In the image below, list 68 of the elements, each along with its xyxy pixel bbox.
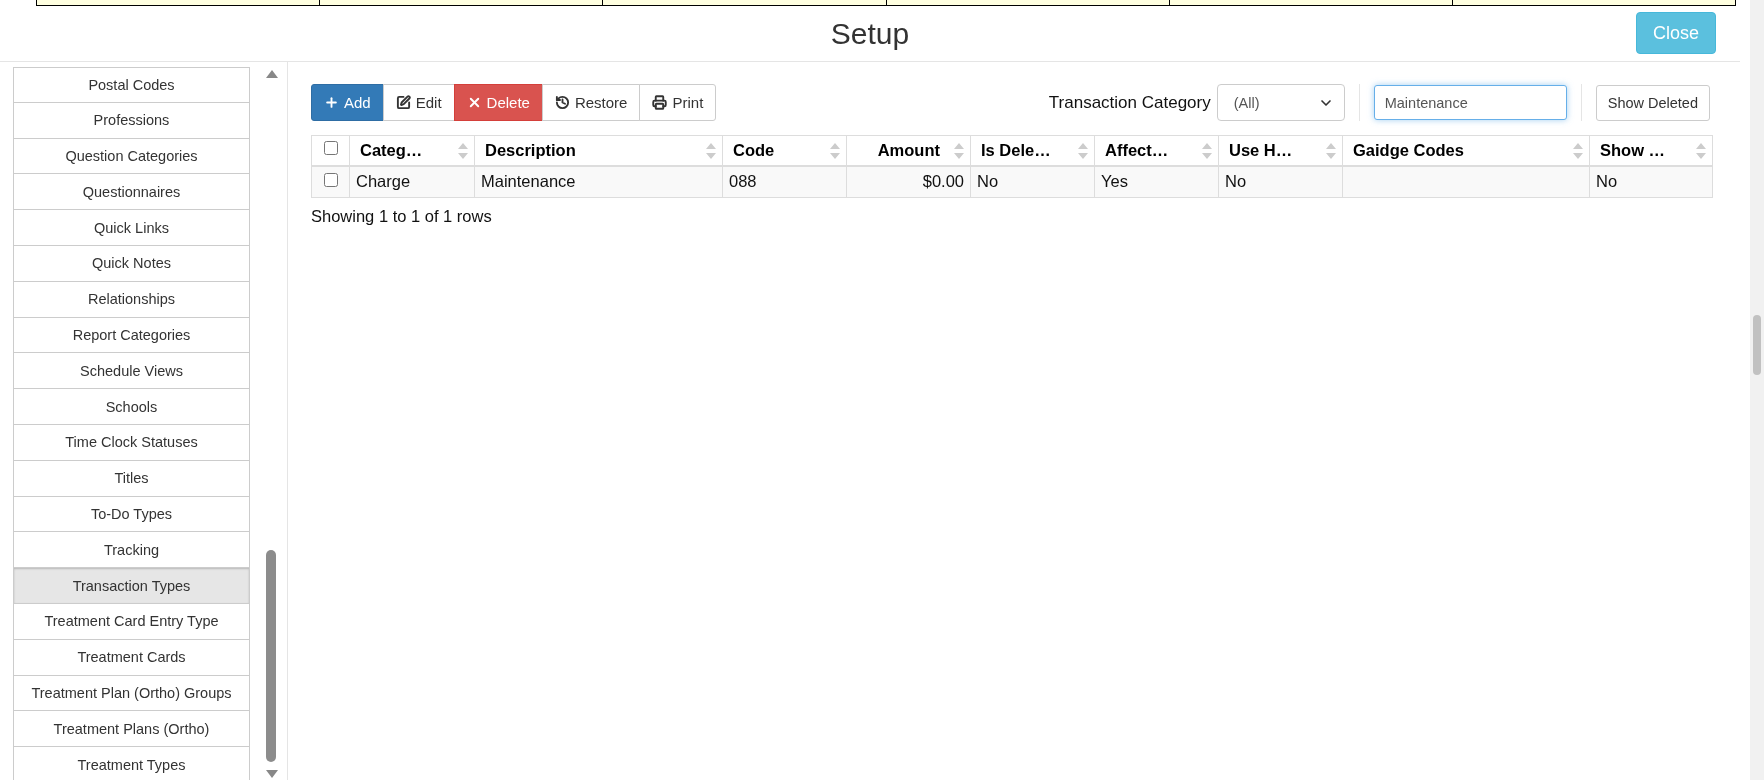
filter-label: Transaction Category — [1048, 92, 1211, 113]
sidebar-item[interactable]: Postal Codes — [13, 67, 250, 103]
scroll-down-icon[interactable] — [266, 770, 278, 778]
sort-icon — [1326, 143, 1336, 159]
sort-icon — [458, 143, 468, 159]
column-header[interactable]: Categ… — [349, 135, 475, 166]
show-deleted-button[interactable]: Show Deleted — [1595, 84, 1710, 121]
sidebar-item[interactable]: Treatment Types — [13, 747, 250, 780]
page-scrollbar[interactable] — [1750, 0, 1764, 780]
sidebar-item[interactable]: Quick Links — [13, 210, 250, 246]
sidebar-item[interactable]: Treatment Plan (Ortho) Groups — [13, 675, 250, 712]
table-cell: $0.00 — [846, 165, 971, 198]
sort-icon — [830, 143, 840, 159]
sidebar-item[interactable]: To-Do Types — [13, 496, 250, 533]
plus-icon — [324, 95, 339, 110]
table-cell: 088 — [722, 165, 847, 198]
sidebar-item[interactable]: Report Categories — [13, 317, 250, 354]
edit-button[interactable]: Edit — [382, 84, 455, 121]
sidebar-item[interactable]: Relationships — [13, 281, 250, 318]
scrollbar-thumb[interactable] — [266, 550, 276, 762]
table-cell: Yes — [1094, 165, 1219, 198]
delete-button[interactable]: Delete — [453, 84, 543, 121]
sort-icon — [1696, 143, 1706, 159]
table-cell: No — [1589, 165, 1713, 198]
table-cell: No — [1218, 165, 1343, 198]
printer-icon — [652, 95, 668, 110]
sidebar-item[interactable]: Quick Notes — [13, 246, 250, 282]
sidebar-item[interactable]: Professions — [13, 102, 250, 139]
scroll-up-icon[interactable] — [266, 70, 278, 78]
row-checkbox[interactable] — [323, 172, 338, 187]
column-header[interactable]: Show … — [1589, 135, 1713, 166]
edit-icon — [395, 95, 411, 110]
sidebar-item[interactable]: Tracking — [13, 532, 250, 569]
column-header[interactable]: Affect… — [1094, 135, 1219, 166]
sidebar-item[interactable]: Treatment Plans (Ortho) — [13, 711, 250, 748]
table-cell: Maintenance — [474, 165, 723, 198]
pagination-info: Showing 1 to 1 of 1 rows — [311, 207, 493, 226]
history-icon — [554, 95, 570, 110]
sidebar-item[interactable]: Schools — [13, 389, 250, 425]
column-header[interactable]: Gaidge Codes — [1342, 135, 1590, 166]
sort-icon — [706, 143, 716, 159]
add-button[interactable]: Add — [311, 84, 384, 121]
sidebar-item[interactable]: Titles — [13, 460, 250, 497]
sidebar-item[interactable]: Treatment Cards — [13, 639, 250, 676]
category-select[interactable]: (All) — [1216, 84, 1345, 121]
scrollbar-thumb[interactable] — [1753, 315, 1761, 375]
sidebar-item[interactable]: Transaction Types — [13, 568, 250, 604]
sidebar-item[interactable]: Time Clock Statuses — [13, 424, 250, 461]
window-title: Setup — [830, 16, 910, 51]
column-header[interactable]: Code — [722, 135, 847, 166]
sidebar-item[interactable]: Question Categories — [13, 138, 250, 175]
table-cell: No — [970, 165, 1095, 198]
column-header[interactable]: Description — [474, 135, 723, 166]
sidebar-item[interactable]: Questionnaires — [13, 174, 250, 211]
sort-icon — [1078, 143, 1088, 159]
search-field[interactable]: Maintenance — [1373, 85, 1567, 120]
restore-button[interactable]: Restore — [541, 84, 641, 121]
print-button[interactable]: Print — [639, 84, 717, 121]
sort-icon — [1202, 143, 1212, 159]
sidebar-item[interactable]: Schedule Views — [13, 353, 250, 390]
select-all-checkbox[interactable] — [323, 141, 338, 156]
column-header[interactable]: Use H… — [1218, 135, 1343, 166]
sort-icon — [954, 143, 964, 159]
sidebar-item[interactable]: Treatment Card Entry Type — [13, 603, 250, 640]
sort-icon — [1573, 143, 1583, 159]
column-header[interactable]: Is Dele… — [970, 135, 1095, 166]
column-header[interactable]: Amount — [846, 135, 971, 166]
table-cell: Charge — [349, 165, 475, 198]
